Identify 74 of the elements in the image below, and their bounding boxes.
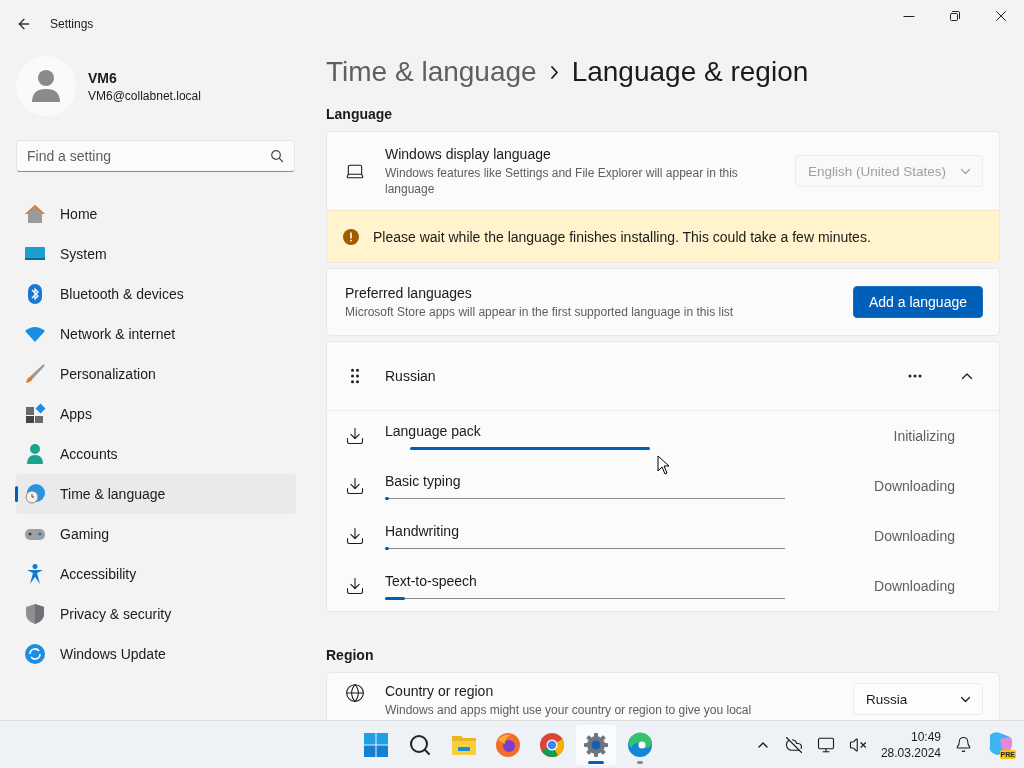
more-icon: [908, 374, 922, 378]
sidebar-item[interactable]: Bluetooth & devices: [16, 274, 296, 314]
house-icon: [24, 203, 46, 225]
setting-title: Windows display language: [385, 145, 552, 162]
edge-browser-icon: [627, 731, 653, 758]
feature-status: Initializing: [893, 428, 955, 444]
setting-description: Microsoft Store apps will appear in the first supported language in this list: [345, 303, 735, 320]
user-name: VM6: [88, 69, 118, 86]
gear-icon: [583, 731, 609, 758]
taskbar-app[interactable]: [576, 724, 616, 765]
sidebar-item[interactable]: System: [16, 234, 296, 274]
sidebar-item[interactable]: Personalization: [16, 354, 296, 394]
warning-icon: [343, 228, 359, 245]
download-icon: [345, 426, 365, 446]
mouse-pointer: [657, 455, 671, 475]
sync-icon: [24, 643, 46, 665]
user-email: VM6@collabnet.local: [88, 88, 201, 103]
close-icon: [996, 11, 1006, 21]
setting-title: Country or region: [385, 683, 495, 699]
add-language-button[interactable]: Add a language: [852, 286, 983, 318]
minimize-icon: [904, 15, 914, 17]
person-icon: [24, 443, 46, 465]
sidebar-item[interactable]: Home: [16, 194, 296, 234]
fox-browser-icon: [495, 731, 521, 758]
feature-status: Downloading: [874, 528, 955, 544]
breadcrumb-link[interactable]: Time & language: [326, 56, 537, 88]
chevron-up-icon: [962, 373, 972, 379]
back-icon[interactable]: [16, 16, 32, 32]
feature-status: Downloading: [874, 478, 955, 494]
bell-icon[interactable]: [955, 736, 972, 753]
sidebar-item[interactable]: Network & internet: [16, 314, 296, 354]
window-title: Settings: [50, 17, 94, 31]
sidebar-item[interactable]: Time & language: [16, 474, 296, 514]
brush-icon: [24, 363, 46, 385]
download-icon: [345, 576, 365, 596]
globe-icon: [345, 683, 365, 703]
feature-status: Downloading: [874, 578, 955, 594]
warning-text: Please wait while the language finishes installing. This could take a few minutes.: [373, 228, 871, 245]
clock[interactable]: 10:49 28.03.2024: [880, 728, 941, 761]
shield-icon: [24, 603, 46, 625]
chevron-down-icon: [961, 696, 970, 702]
setting-title: Preferred languages: [345, 284, 473, 301]
chevron-down-icon: [961, 168, 970, 174]
chevron-right-icon: [550, 65, 558, 79]
sidebar-item[interactable]: Windows Update: [16, 634, 296, 674]
setting-description: Windows features like Settings and File Explorer will appear in this language: [385, 164, 739, 197]
download-icon: [345, 526, 365, 546]
country-dropdown[interactable]: Russia: [853, 683, 983, 715]
download-icon: [345, 476, 365, 496]
cloud-off-icon[interactable]: [784, 735, 803, 754]
section-heading: Language: [326, 106, 394, 122]
setting-description: Windows and apps might use your country or region to give you local: [385, 702, 753, 718]
feature-name: Text-to-speech: [385, 572, 477, 589]
sidebar-item[interactable]: Privacy & security: [16, 594, 296, 634]
section-heading: Region: [326, 647, 375, 663]
apps-icon: [24, 403, 46, 425]
feature-name: Basic typing: [385, 472, 461, 489]
page-title: Language & region: [571, 56, 809, 88]
language-name: Russian: [385, 368, 437, 384]
feature-name: Language pack: [385, 422, 481, 439]
search-field[interactable]: Find a setting: [16, 140, 295, 172]
feature-name: Handwriting: [385, 522, 459, 539]
sidebar-item[interactable]: Gaming: [16, 514, 296, 554]
sidebar-item[interactable]: Apps: [16, 394, 296, 434]
search-icon: [271, 150, 283, 162]
restore-icon: [950, 11, 960, 21]
monitor-icon[interactable]: [816, 735, 835, 754]
search-icon: [408, 732, 432, 757]
sidebar-item[interactable]: Accessibility: [16, 554, 296, 594]
mute-icon[interactable]: [848, 735, 867, 754]
globe-clock-icon: [24, 483, 46, 505]
sidebar-item[interactable]: Accounts: [16, 434, 296, 474]
chrome-browser-icon: [539, 731, 565, 758]
windows-logo-icon: [363, 731, 389, 758]
